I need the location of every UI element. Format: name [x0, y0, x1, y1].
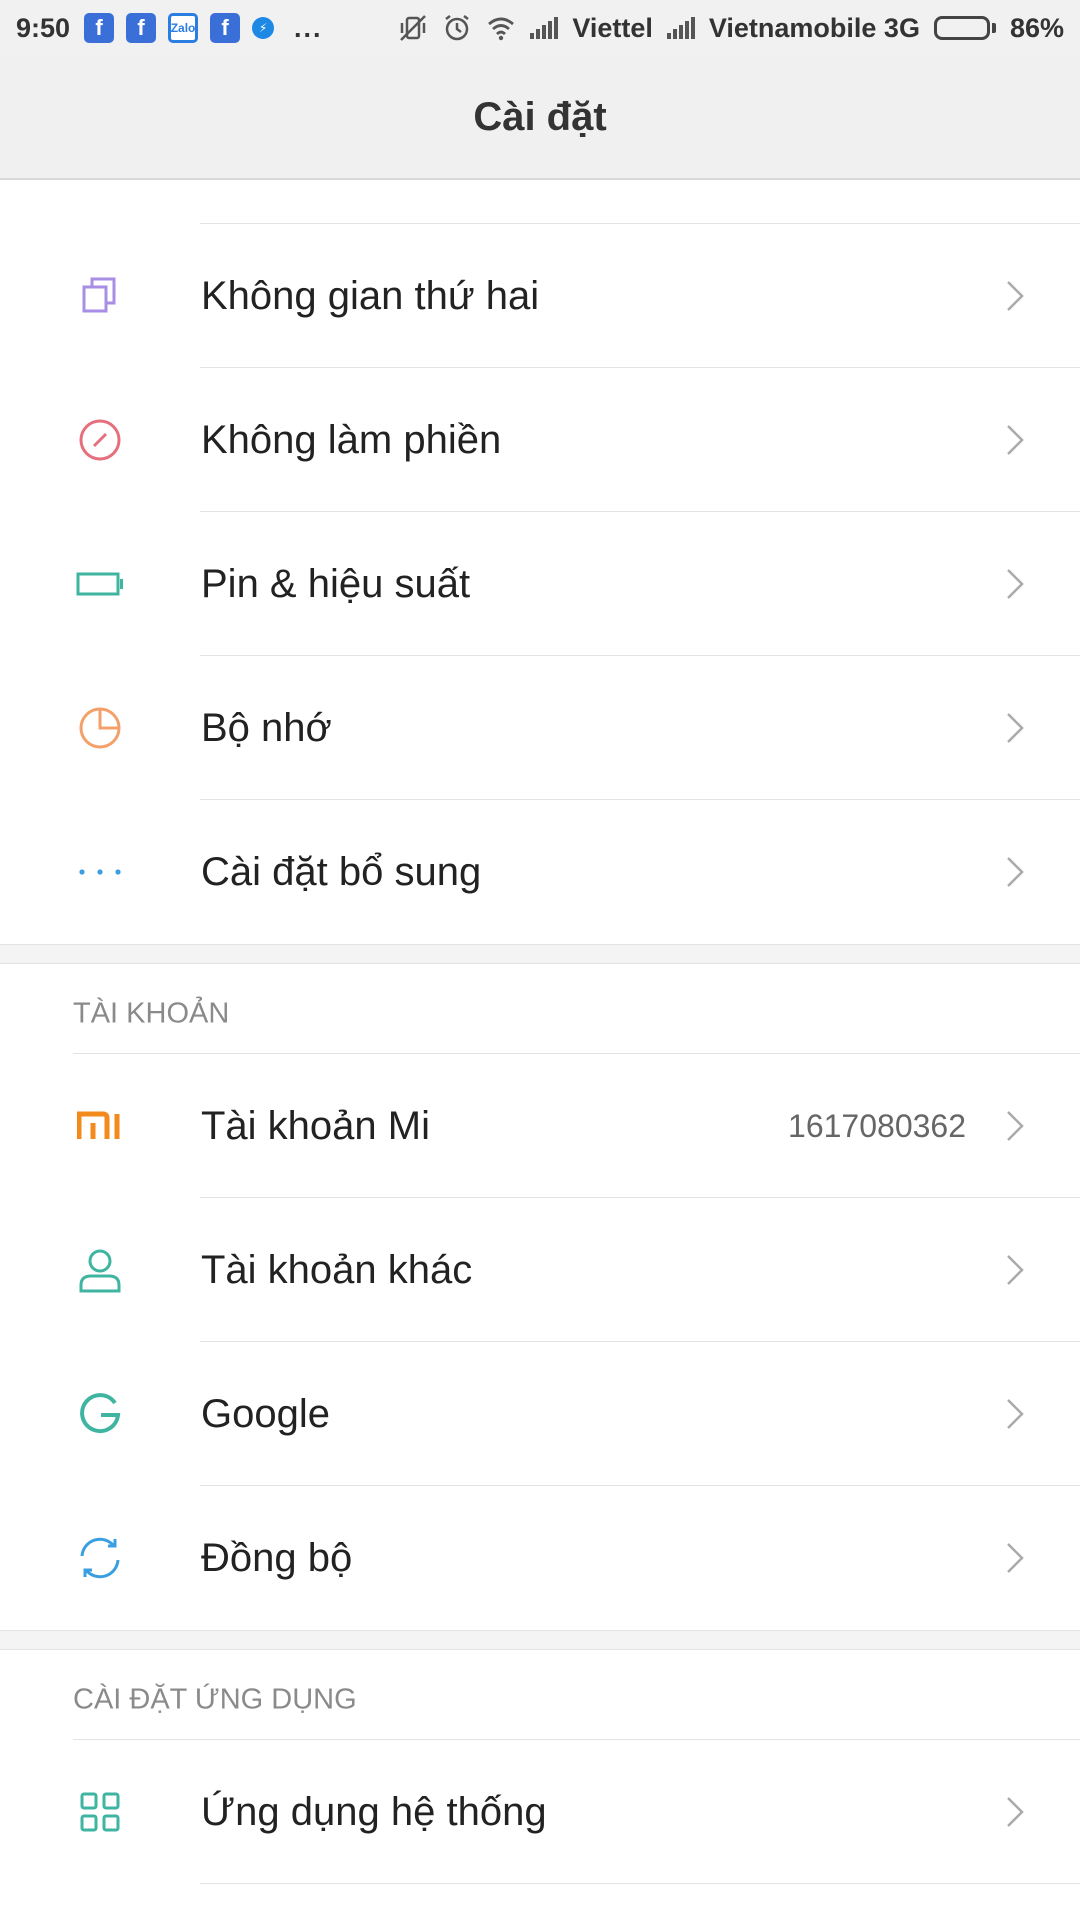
person-icon — [76, 1246, 124, 1294]
chevron-right-icon — [1007, 1543, 1024, 1573]
section-title: CÀI ĐẶT ỨNG DỤNG — [73, 1683, 357, 1716]
chevron-right-icon — [1007, 713, 1024, 743]
settings-item-google[interactable]: Google — [0, 1342, 1080, 1486]
zalo-icon: Zalo — [168, 13, 199, 43]
settings-item-second-space[interactable]: Không gian thứ hai — [0, 224, 1080, 368]
battery-icon — [933, 16, 996, 40]
settings-item-storage[interactable]: Bộ nhớ — [0, 656, 1080, 800]
chevron-right-icon — [1007, 569, 1024, 599]
second-space-icon — [76, 272, 124, 320]
battery-percent: 86% — [1009, 12, 1064, 43]
facebook-icon: f — [126, 13, 157, 43]
status-bar: 9:50 f f Zalo f ⚡ ... Viettel Vietnamobi… — [0, 0, 1080, 56]
chevron-right-icon — [1007, 1399, 1024, 1429]
settings-item-label: Tài khoản Mi — [201, 1103, 430, 1148]
section-title: TÀI KHOẢN — [73, 997, 230, 1030]
vibrate-icon — [400, 15, 427, 41]
do-not-disturb-icon — [76, 416, 124, 464]
more-dots-icon — [76, 848, 124, 896]
more-notifications: ... — [294, 12, 323, 43]
facebook-icon: f — [210, 13, 241, 43]
status-time: 9:50 — [16, 12, 71, 43]
mi-logo-icon — [76, 1102, 124, 1150]
settings-item-label: Đồng bộ — [201, 1535, 353, 1580]
settings-item-system-apps[interactable]: Ứng dụng hệ thống — [0, 1740, 1080, 1884]
section-header-accounts: TÀI KHOẢN — [0, 964, 1080, 1054]
chevron-right-icon — [1007, 425, 1024, 455]
settings-item-label: Tài khoản khác — [201, 1247, 473, 1292]
settings-item-other-accounts[interactable]: Tài khoản khác — [0, 1198, 1080, 1342]
carrier-2: Vietnamobile 3G — [708, 12, 920, 43]
settings-item-mi-account[interactable]: Tài khoản Mi 1617080362 — [0, 1054, 1080, 1198]
settings-item-label: Ứng dụng hệ thống — [201, 1789, 547, 1834]
chevron-right-icon — [1007, 281, 1024, 311]
settings-item-do-not-disturb[interactable]: Không làm phiền — [0, 368, 1080, 512]
mi-account-id: 1617080362 — [788, 1107, 966, 1144]
settings-item-label: Pin & hiệu suất — [201, 561, 471, 606]
settings-item-additional-settings[interactable]: Cài đặt bổ sung — [0, 800, 1080, 944]
carrier-1: Viettel — [572, 12, 653, 43]
wifi-icon — [488, 17, 515, 41]
signal-strength-icon — [666, 17, 695, 39]
facebook-icon: f — [84, 13, 115, 43]
chevron-right-icon — [1007, 1111, 1024, 1141]
page-title: Cài đặt — [473, 94, 607, 139]
apps-grid-icon — [76, 1788, 124, 1836]
settings-list: Không gian thứ hai Không làm phiền Pin &… — [0, 180, 1080, 1884]
storage-pie-icon — [76, 704, 124, 752]
signal-strength-icon — [530, 17, 559, 39]
alarm-icon — [445, 15, 470, 41]
divider — [200, 180, 1080, 224]
messenger-icon: ⚡ — [252, 17, 275, 39]
section-gap — [0, 944, 1080, 964]
google-g-icon — [76, 1390, 124, 1438]
chevron-right-icon — [1007, 857, 1024, 887]
title-bar: Cài đặt — [0, 56, 1080, 180]
settings-item-label: Google — [201, 1391, 330, 1436]
settings-item-label: Không gian thứ hai — [201, 273, 540, 318]
chevron-right-icon — [1007, 1797, 1024, 1827]
section-header-app-settings: CÀI ĐẶT ỨNG DỤNG — [0, 1650, 1080, 1740]
settings-item-label: Không làm phiền — [201, 417, 502, 462]
settings-item-sync[interactable]: Đồng bộ — [0, 1486, 1080, 1630]
sync-icon — [76, 1534, 124, 1582]
settings-item-label: Cài đặt bổ sung — [201, 849, 482, 894]
section-gap — [0, 1630, 1080, 1650]
settings-item-label: Bộ nhớ — [201, 705, 332, 750]
battery-icon — [76, 560, 124, 608]
settings-item-battery-performance[interactable]: Pin & hiệu suất — [0, 512, 1080, 656]
chevron-right-icon — [1007, 1255, 1024, 1285]
